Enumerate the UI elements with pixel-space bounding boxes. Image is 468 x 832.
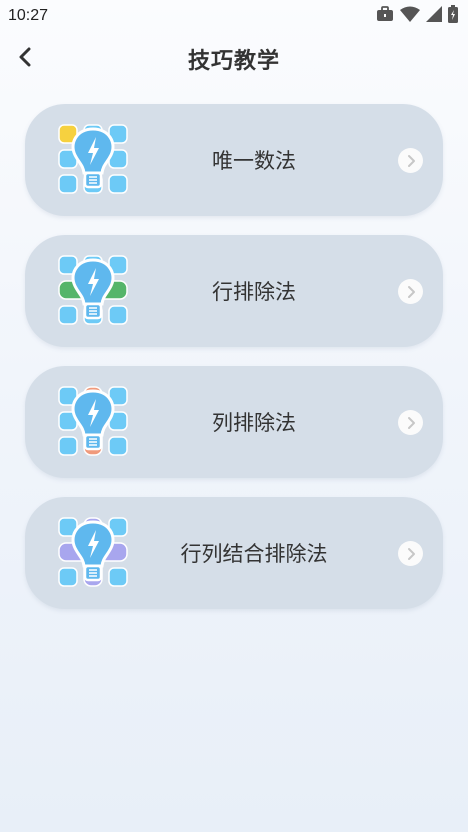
technique-card-row-elimination[interactable]: 行排除法 [25, 235, 443, 347]
lightbulb-grid-icon [57, 254, 129, 328]
technique-card-unique-number[interactable]: 唯一数法 [25, 104, 443, 216]
technique-label: 唯一数法 [212, 149, 296, 173]
chevron-right-icon [398, 541, 423, 566]
lightbulb-grid-icon [57, 516, 129, 590]
status-icons [376, 5, 458, 27]
header-bar: 技巧教学 [0, 36, 468, 82]
technique-card-row-column-elimination[interactable]: 行列结合排除法 [25, 497, 443, 609]
signal-icon [426, 6, 442, 26]
wifi-icon [400, 6, 420, 26]
status-bar: 10:27 [0, 0, 468, 32]
technique-card-column-elimination[interactable]: 列排除法 [25, 366, 443, 478]
technique-label: 行列结合排除法 [180, 542, 328, 566]
chevron-right-icon [398, 279, 423, 304]
technique-label: 行排除法 [212, 280, 296, 304]
back-arrow-icon [18, 47, 32, 71]
chevron-right-icon [398, 410, 423, 435]
status-time: 10:27 [8, 7, 49, 24]
back-button[interactable] [10, 44, 40, 74]
battery-icon [448, 5, 458, 27]
chevron-right-icon [398, 148, 423, 173]
page-title: 技巧教学 [187, 49, 280, 74]
technique-list: 唯一数法 行排除法 列排除法 行列结合排除法 [25, 104, 443, 628]
lightbulb-grid-icon [57, 385, 129, 459]
lightbulb-grid-icon [57, 123, 129, 197]
technique-label: 列排除法 [212, 411, 296, 435]
briefcase-icon [376, 6, 394, 26]
